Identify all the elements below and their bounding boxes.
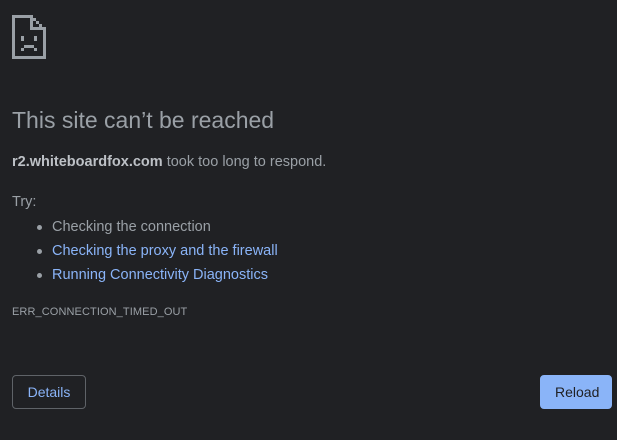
- suggestion-link[interactable]: Running Connectivity Diagnostics: [52, 267, 268, 283]
- error-page: This site can’t be reached r2.whiteboard…: [0, 0, 617, 440]
- sad-page-icon: [12, 15, 46, 59]
- try-label: Try:: [12, 194, 37, 210]
- error-code: ERR_CONNECTION_TIMED_OUT: [12, 306, 188, 318]
- suggestion-label: Checking the connection: [52, 219, 211, 235]
- suggestion-link[interactable]: Checking the proxy and the firewall: [52, 243, 278, 259]
- error-message-suffix: took too long to respond.: [162, 154, 327, 170]
- suggestions-list: Checking the connection Checking the pro…: [34, 215, 278, 287]
- suggestion-connectivity-diagnostics[interactable]: Running Connectivity Diagnostics: [34, 263, 278, 287]
- error-host: r2.whiteboardfox.com: [12, 154, 163, 170]
- error-message: r2.whiteboardfox.com took too long to re…: [12, 152, 326, 172]
- suggestion-check-connection: Checking the connection: [34, 215, 278, 239]
- page-title: This site can’t be reached: [12, 107, 275, 133]
- suggestion-check-proxy-firewall[interactable]: Checking the proxy and the firewall: [34, 239, 278, 263]
- details-button[interactable]: Details: [12, 375, 86, 409]
- reload-button[interactable]: Reload: [540, 375, 612, 409]
